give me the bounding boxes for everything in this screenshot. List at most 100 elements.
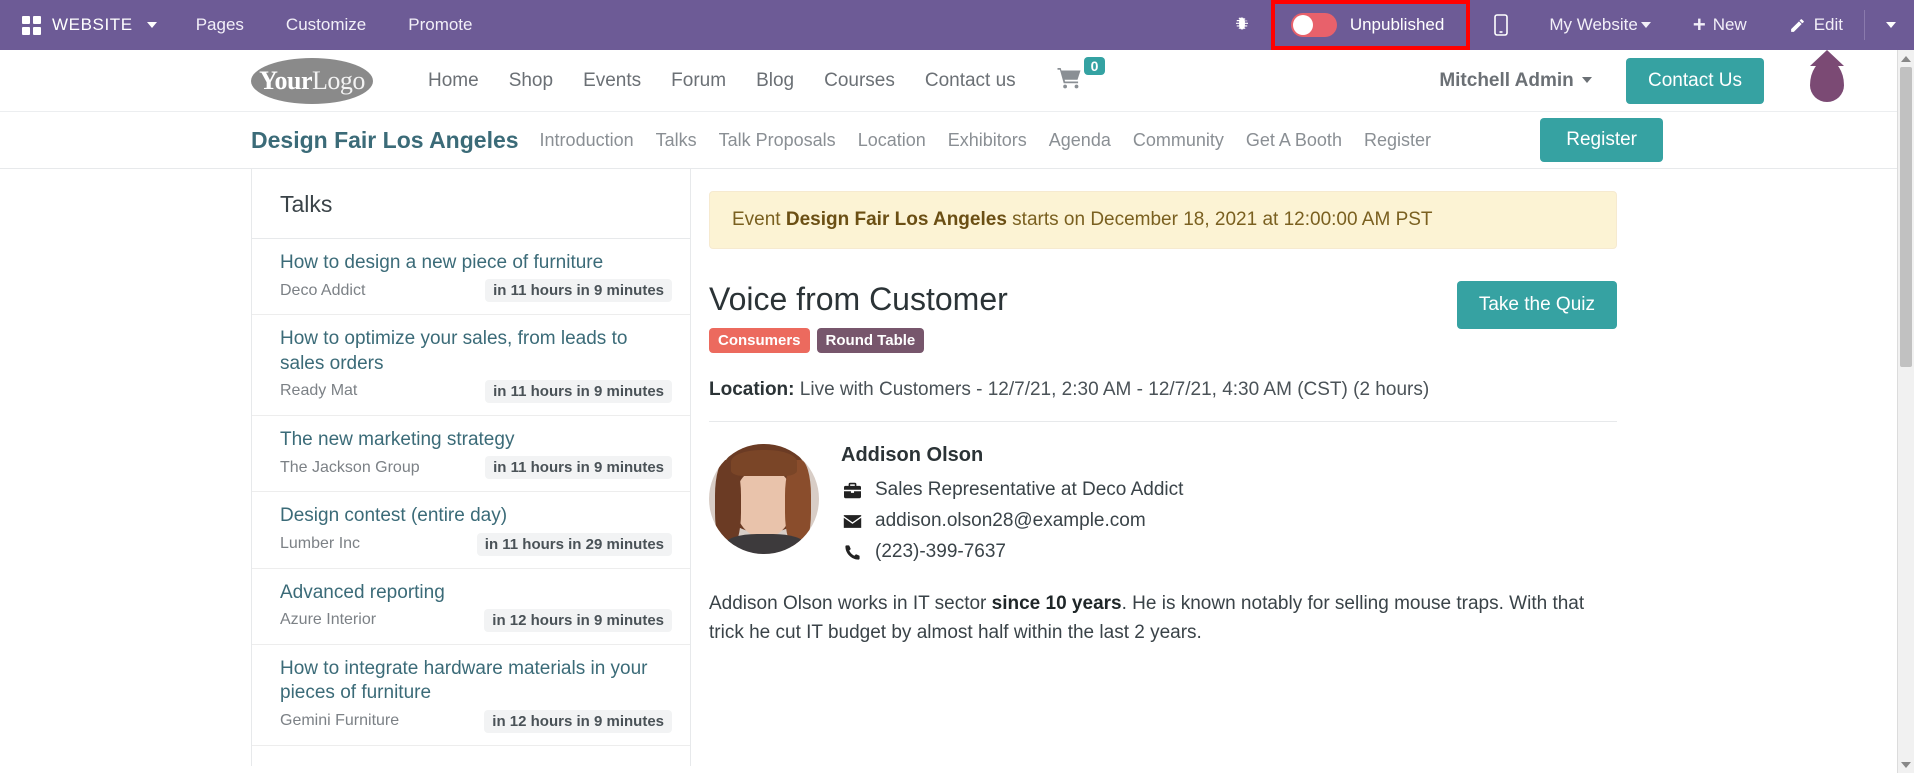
bug-icon[interactable]	[1217, 16, 1267, 34]
edit-button[interactable]: Edit	[1768, 0, 1864, 50]
admin-bar-left: WEBSITE Pages Customize Promote	[0, 0, 493, 50]
speaker-role: Sales Representative at Deco Addict	[875, 479, 1184, 500]
speaker-role-row: Sales Representative at Deco Addict	[841, 479, 1617, 501]
speaker-phone[interactable]: (223)-399-7637	[875, 541, 1006, 563]
list-item[interactable]: Design contest (entire day) Lumber Inc i…	[252, 492, 690, 569]
event-nav-agenda[interactable]: Agenda	[1038, 130, 1122, 151]
event-nav-introduction[interactable]: Introduction	[529, 130, 645, 151]
list-item[interactable]: Advanced reporting Azure Interior in 12 …	[252, 569, 690, 645]
chevron-up-icon	[1901, 55, 1911, 62]
talk-organizer: Deco Addict	[280, 281, 366, 299]
talk-meta: Gemini Furniture in 12 hours in 9 minute…	[280, 709, 672, 733]
user-menu[interactable]: Mitchell Admin	[1439, 69, 1593, 92]
list-item[interactable]: How to optimize your sales, from leads t…	[252, 315, 690, 416]
nav-item-shop[interactable]: Shop	[494, 70, 568, 92]
nav-item-events[interactable]: Events	[568, 70, 656, 92]
event-name[interactable]: Design Fair Los Angeles	[251, 127, 519, 154]
logo-oval-shape: YourLogo	[251, 57, 373, 104]
event-nav-talks[interactable]: Talks	[645, 130, 708, 151]
status-badge: Round Table	[816, 328, 925, 353]
nav-item-courses[interactable]: Courses	[809, 70, 910, 92]
admin-menu-pages[interactable]: Pages	[175, 0, 265, 50]
main-inner: Event Design Fair Los Angeles starts on …	[709, 191, 1617, 647]
publish-toggle-label: Unpublished	[1349, 15, 1445, 34]
talk-countdown-badge: in 12 hours in 9 minutes	[484, 608, 672, 632]
talks-sidebar: Talks How to design a new piece of furni…	[251, 169, 691, 766]
page-body: Talks How to design a new piece of furni…	[0, 169, 1914, 766]
user-name-label: Mitchell Admin	[1439, 69, 1574, 91]
alert-prefix: Event	[732, 209, 786, 230]
admin-bar-more-menu[interactable]	[1865, 22, 1914, 28]
briefcase-icon	[841, 482, 863, 499]
decorative-drop-icon	[1810, 59, 1844, 102]
nav-item-forum[interactable]: Forum	[656, 70, 741, 92]
contact-us-button[interactable]: Contact Us	[1626, 57, 1764, 104]
website-apps-menu[interactable]: WEBSITE	[0, 0, 175, 50]
admin-brand-label: WEBSITE	[52, 15, 133, 34]
cart-count-badge: 0	[1083, 57, 1106, 75]
speaker-email[interactable]: addison.olson28@example.com	[875, 510, 1146, 532]
speaker-card: Addison Olson Sales Representative at De…	[709, 444, 1617, 572]
talk-title[interactable]: How to design a new piece of furniture	[280, 251, 672, 275]
chevron-down-icon	[1901, 761, 1911, 768]
chevron-down-icon	[146, 22, 157, 28]
pencil-icon	[1789, 17, 1806, 34]
event-nav-register[interactable]: Register	[1353, 130, 1442, 151]
talk-header-row: Voice from Customer Consumers Round Tabl…	[709, 277, 1617, 353]
mobile-preview-icon[interactable]	[1474, 14, 1528, 36]
nav-item-blog[interactable]: Blog	[741, 70, 809, 92]
talk-meta: Ready Mat in 11 hours in 9 minutes	[280, 379, 672, 403]
nav-item-home[interactable]: Home	[413, 70, 494, 92]
talk-organizer: Lumber Inc	[280, 535, 361, 553]
page-title: Voice from Customer	[709, 281, 1008, 317]
cart-button[interactable]: 0	[1057, 57, 1106, 94]
alert-event-name: Design Fair Los Angeles	[785, 209, 1007, 230]
scrollbar-thumb[interactable]	[1900, 67, 1912, 367]
talk-meta: Deco Addict in 11 hours in 9 minutes	[280, 279, 672, 303]
speaker-phone-row: (223)-399-7637	[841, 541, 1617, 563]
speaker-bio: Addison Olson works in IT sector since 1…	[709, 590, 1617, 647]
location-value: Live with Customers - 12/7/21, 2:30 AM -…	[794, 379, 1430, 400]
odoo-admin-bar: WEBSITE Pages Customize Promote Unpublis…	[0, 0, 1914, 50]
page-scrollbar[interactable]	[1897, 50, 1914, 773]
talk-organizer: Ready Mat	[280, 382, 358, 400]
talk-meta: Lumber Inc in 11 hours in 29 minutes	[280, 532, 672, 556]
event-sub-nav: Design Fair Los Angeles Introduction Tal…	[0, 112, 1914, 169]
bio-part-1: Addison Olson works in IT sector	[709, 593, 992, 614]
event-nav-links: Introduction Talks Talk Proposals Locati…	[529, 130, 1442, 151]
my-website-menu[interactable]: My Website	[1528, 0, 1672, 50]
event-nav-community[interactable]: Community	[1122, 130, 1235, 151]
talk-title[interactable]: How to integrate hardware materials in y…	[280, 657, 672, 706]
scrollbar-up-arrow[interactable]	[1898, 50, 1914, 67]
talk-organizer: The Jackson Group	[280, 458, 420, 476]
event-nav-exhibitors[interactable]: Exhibitors	[937, 130, 1038, 151]
site-logo[interactable]: YourLogo	[251, 57, 373, 104]
event-nav-get-a-booth[interactable]: Get A Booth	[1235, 130, 1353, 151]
logo-text-bold: Your	[259, 65, 312, 95]
publish-toggle[interactable]: Unpublished	[1270, 0, 1471, 50]
nav-item-contact-us[interactable]: Contact us	[910, 70, 1031, 92]
scrollbar-down-arrow[interactable]	[1898, 756, 1914, 773]
admin-menu-promote[interactable]: Promote	[387, 0, 493, 50]
talk-tags: Consumers Round Table	[709, 328, 1008, 353]
new-button[interactable]: + New	[1672, 0, 1768, 50]
location-line: Location: Live with Customers - 12/7/21,…	[709, 379, 1617, 401]
register-button[interactable]: Register	[1540, 118, 1663, 162]
publish-switch-icon[interactable]	[1290, 13, 1337, 37]
speaker-info: Addison Olson Sales Representative at De…	[841, 444, 1617, 572]
my-website-label: My Website	[1549, 15, 1638, 34]
list-item[interactable]: How to design a new piece of furniture D…	[252, 239, 690, 316]
talk-countdown-badge: in 11 hours in 9 minutes	[485, 279, 672, 303]
list-item[interactable]: How to integrate hardware materials in y…	[252, 645, 690, 746]
status-badge: Consumers	[709, 328, 810, 353]
talk-title[interactable]: The new marketing strategy	[280, 428, 672, 452]
list-item[interactable]: The new marketing strategy The Jackson G…	[252, 416, 690, 493]
admin-bar-right: Unpublished My Website + New Edit	[1217, 0, 1914, 50]
talk-title[interactable]: Design contest (entire day)	[280, 504, 672, 528]
talk-title[interactable]: Advanced reporting	[280, 581, 672, 605]
take-the-quiz-button[interactable]: Take the Quiz	[1456, 281, 1617, 329]
talk-title[interactable]: How to optimize your sales, from leads t…	[280, 327, 672, 376]
event-nav-talk-proposals[interactable]: Talk Proposals	[708, 130, 847, 151]
event-nav-location[interactable]: Location	[847, 130, 937, 151]
admin-menu-customize[interactable]: Customize	[265, 0, 387, 50]
